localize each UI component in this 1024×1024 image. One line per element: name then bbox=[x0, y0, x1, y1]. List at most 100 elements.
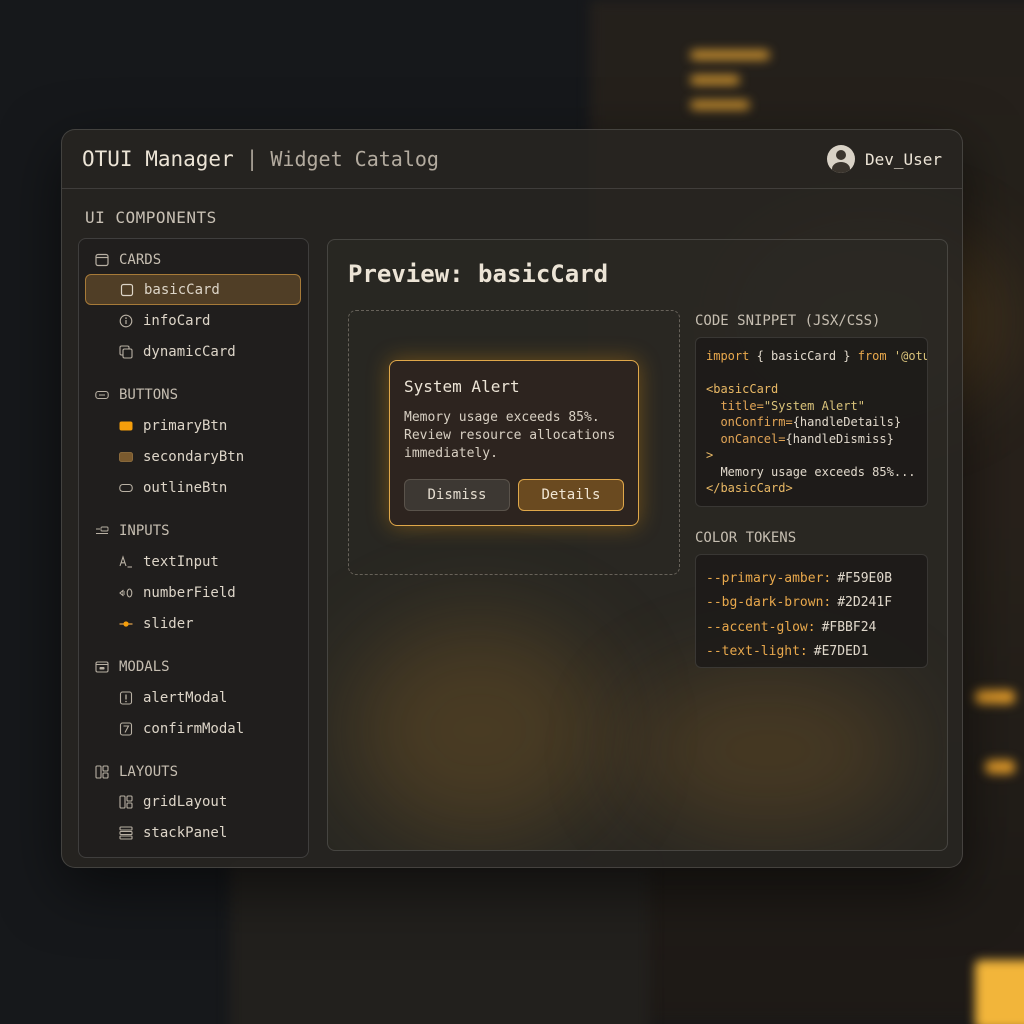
alert-card-actions: Dismiss Details bbox=[404, 479, 624, 511]
avatar-icon[interactable] bbox=[826, 145, 855, 173]
code-attr-confirm: onConfirm= bbox=[720, 415, 793, 429]
preview-title: Preview: basicCard bbox=[348, 260, 609, 288]
code-import-source: '@otui bbox=[893, 349, 927, 363]
group-label: MODALS bbox=[119, 659, 170, 675]
details-button[interactable]: Details bbox=[518, 479, 624, 511]
layout-icon bbox=[95, 765, 109, 779]
group-label: INPUTS bbox=[119, 523, 170, 539]
token-row: --bg-dark-brown: #2D241F bbox=[706, 591, 917, 616]
background-blur-lower bbox=[230, 860, 650, 1024]
preview-glow bbox=[628, 670, 908, 830]
group-cards[interactable]: CARDS bbox=[95, 250, 161, 270]
code-from-keyword: from bbox=[857, 349, 887, 363]
group-label: BUTTONS bbox=[119, 387, 179, 403]
outline-swatch-icon bbox=[119, 481, 133, 495]
code-open-tag: <basicCard bbox=[706, 382, 779, 396]
sidebar-item-infocard[interactable]: infoCard bbox=[85, 305, 301, 336]
background-blur-bar bbox=[985, 760, 1015, 774]
preview-panel: Preview: basicCard System Alert Memory u… bbox=[327, 239, 948, 851]
token-value: #F59E0B bbox=[837, 570, 893, 586]
slider-icon bbox=[119, 617, 133, 631]
info-icon bbox=[119, 314, 133, 328]
sidebar-item-label: numberField bbox=[143, 584, 236, 601]
alert-card-title: System Alert bbox=[404, 377, 520, 396]
sidebar-item-confirmmodal[interactable]: confirmModal bbox=[85, 713, 301, 744]
card-icon bbox=[95, 253, 109, 267]
stacked-cards-icon bbox=[119, 344, 133, 359]
title-bar: OTUI Manager | Widget Catalog Dev_User bbox=[62, 130, 962, 189]
sidebar-item-gridlayout[interactable]: gridLayout bbox=[85, 786, 301, 817]
sidebar-item-label: confirmModal bbox=[143, 720, 245, 737]
group-buttons[interactable]: BUTTONS bbox=[95, 385, 178, 405]
group-label: CARDS bbox=[119, 252, 162, 268]
sidebar: CARDS basicCard infoCard dynamicCard BUT… bbox=[78, 238, 309, 858]
code-attr-cancel-value: {handleDismiss} bbox=[785, 431, 894, 446]
dismiss-button[interactable]: Dismiss bbox=[404, 479, 510, 511]
code-attr-cancel: onCancel= bbox=[720, 431, 786, 446]
sidebar-item-textinput[interactable]: textInput bbox=[85, 546, 301, 577]
code-close-tag: </basicCard> bbox=[706, 481, 793, 495]
sidebar-item-label: outlineBtn bbox=[143, 479, 228, 496]
token-value: #2D241F bbox=[837, 595, 893, 611]
code-attr-title-value: "System Alert" bbox=[763, 398, 865, 413]
code-snippet[interactable]: import { basicCard } from '@otui <basicC… bbox=[695, 337, 928, 507]
button-icon bbox=[95, 388, 109, 402]
sidebar-item-dynamiccard[interactable]: dynamicCard bbox=[85, 336, 301, 367]
text-input-icon bbox=[119, 554, 133, 569]
primary-swatch-icon bbox=[119, 419, 133, 433]
input-icon bbox=[95, 524, 109, 538]
sidebar-item-label: secondaryBtn bbox=[143, 448, 245, 465]
grid-icon bbox=[119, 794, 133, 809]
background-blur-bar bbox=[690, 75, 740, 85]
modal-icon bbox=[95, 660, 109, 674]
background-blur-bar bbox=[975, 690, 1015, 704]
code-content: Memory usage exceeds 85%... bbox=[706, 464, 916, 479]
sidebar-item-label: stackPanel bbox=[143, 824, 228, 841]
token-row: --text-light: #E7DED1 bbox=[706, 640, 917, 665]
alert-card: System Alert Memory usage exceeds 85%. R… bbox=[389, 360, 639, 526]
code-import-keyword: import bbox=[706, 349, 750, 363]
token-row: --accent-glow: #FBBF24 bbox=[706, 615, 917, 640]
token-value: #E7DED1 bbox=[813, 644, 869, 660]
token-name: --text-light: bbox=[706, 644, 808, 660]
code-attr-confirm-value: {handleDetails} bbox=[792, 415, 902, 429]
color-tokens-label: COLOR TOKENS bbox=[695, 530, 797, 546]
group-label: LAYOUTS bbox=[119, 764, 179, 780]
secondary-swatch-icon bbox=[119, 450, 133, 464]
sidebar-item-label: alertModal bbox=[143, 689, 228, 706]
sidebar-item-numberfield[interactable]: numberField bbox=[85, 577, 301, 608]
sidebar-item-label: textInput bbox=[143, 553, 219, 570]
background-blur-bar bbox=[690, 100, 750, 110]
sidebar-item-label: gridLayout bbox=[143, 793, 228, 810]
color-tokens[interactable]: --primary-amber: #F59E0B --bg-dark-brown:… bbox=[695, 554, 928, 668]
sidebar-item-secondarybtn[interactable]: secondaryBtn bbox=[85, 441, 301, 472]
square-icon bbox=[120, 283, 134, 297]
username[interactable]: Dev_User bbox=[865, 150, 942, 169]
background-blur-bar bbox=[690, 50, 770, 60]
sidebar-item-label: infoCard bbox=[143, 312, 211, 329]
group-inputs[interactable]: INPUTS bbox=[95, 521, 170, 541]
group-layouts[interactable]: LAYOUTS bbox=[95, 762, 178, 782]
sidebar-item-outlinebtn[interactable]: outlineBtn bbox=[85, 472, 301, 503]
code-attr-title: title= bbox=[720, 398, 764, 413]
sidebar-item-label: primaryBtn bbox=[143, 417, 228, 434]
user-menu[interactable]: Dev_User bbox=[826, 145, 942, 173]
alert-icon bbox=[119, 690, 133, 705]
alert-card-body: Memory usage exceeds 85%. Review resourc… bbox=[404, 410, 616, 461]
sidebar-item-primarybtn[interactable]: primaryBtn bbox=[85, 410, 301, 441]
title-separator: | bbox=[245, 147, 259, 171]
preview-glow bbox=[348, 620, 608, 840]
group-modals[interactable]: MODALS bbox=[95, 657, 170, 677]
stack-icon bbox=[119, 825, 133, 840]
sidebar-item-basiccard[interactable]: basicCard bbox=[85, 274, 301, 305]
number-field-icon bbox=[119, 586, 133, 600]
app-title: OTUI Manager bbox=[82, 147, 234, 171]
preview-stage: System Alert Memory usage exceeds 85%. R… bbox=[348, 310, 680, 575]
sidebar-item-stackpanel[interactable]: stackPanel bbox=[85, 817, 301, 848]
code-import-body: { basicCard } bbox=[749, 349, 858, 363]
token-name: --primary-amber: bbox=[706, 570, 832, 586]
sidebar-item-alertmodal[interactable]: alertModal bbox=[85, 682, 301, 713]
token-value: #FBBF24 bbox=[821, 619, 877, 635]
background-blur-bar bbox=[975, 960, 1024, 1024]
sidebar-item-slider[interactable]: slider bbox=[85, 608, 301, 639]
